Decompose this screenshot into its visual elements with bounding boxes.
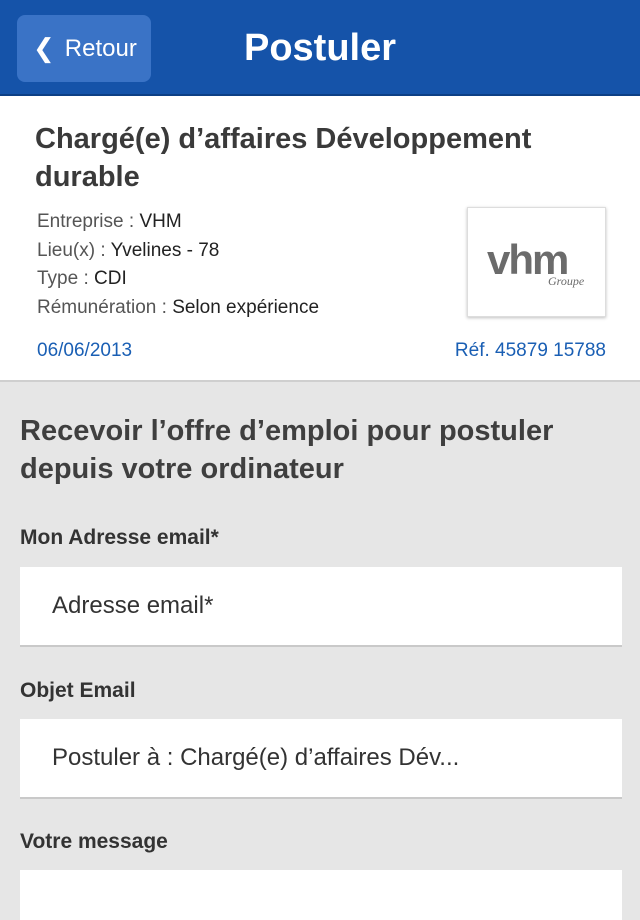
publish-date: 06/06/2013 [37, 340, 133, 361]
vhm-logo-icon: vhm Groupe [487, 236, 585, 288]
form-heading: Recevoir l’offre d’emploi pour postuler … [20, 415, 554, 485]
type-value: CDI [94, 268, 127, 289]
chevron-left-icon: ❮ [33, 33, 55, 63]
message-field[interactable] [20, 870, 622, 920]
salary-row: Rémunération : Selon expérience [37, 294, 319, 323]
logo-sub: Groupe [548, 274, 585, 288]
company-row: Entreprise : VHM [37, 208, 319, 237]
email-label: Mon Adresse email* [20, 526, 219, 549]
job-meta: Entreprise : VHM Lieu(x) : Yvelines - 78… [37, 208, 319, 322]
salary-value: Selon expérience [172, 296, 320, 318]
apply-form: Recevoir l’offre d’emploi pour postuler … [0, 384, 640, 920]
type-row: Type : CDI [37, 265, 319, 294]
location-key: Lieu(x) : [37, 239, 111, 261]
back-button[interactable]: ❮ Retour [17, 15, 151, 82]
salary-key: Rémunération : [37, 296, 173, 318]
subject-label: Objet Email [20, 679, 136, 702]
back-button-label: Retour [64, 34, 137, 62]
company-value: VHM [139, 211, 182, 232]
job-title: Chargé(e) d’affaires Développement durab… [35, 123, 532, 193]
subject-field[interactable]: Postuler à : Chargé(e) d’affaires Dév... [20, 719, 622, 799]
type-key: Type : [37, 268, 95, 289]
location-row: Lieu(x) : Yvelines - 78 [37, 237, 319, 266]
job-reference: Réf. 45879 15788 [454, 340, 606, 361]
location-value: Yvelines - 78 [110, 239, 220, 261]
navigation-bar: ❮ Retour Postuler [0, 0, 640, 96]
email-field[interactable]: Adresse email* [20, 567, 622, 647]
company-logo: vhm Groupe [467, 207, 606, 317]
company-key: Entreprise : [37, 211, 140, 232]
job-summary-card: Chargé(e) d’affaires Développement durab… [0, 96, 640, 382]
message-label: Votre message [20, 830, 168, 853]
